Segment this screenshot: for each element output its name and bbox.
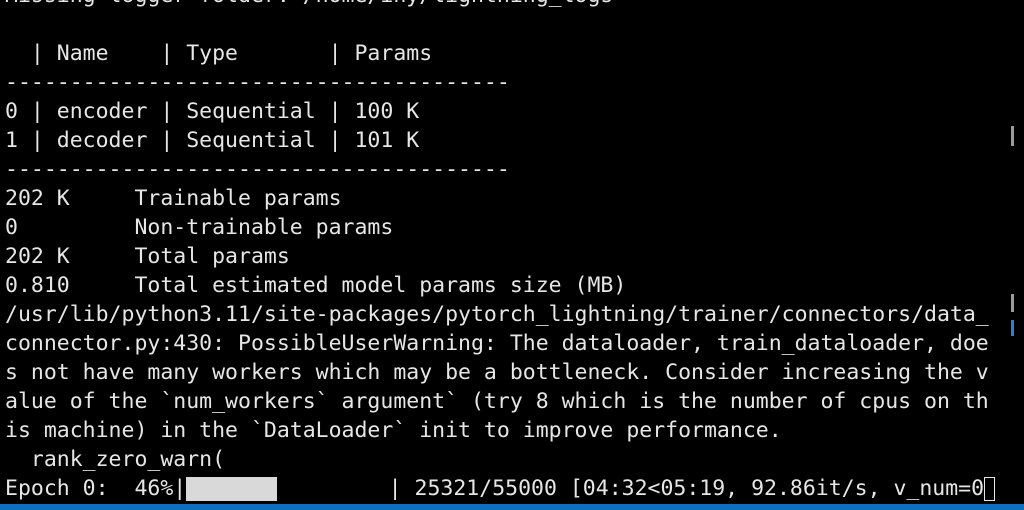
terminal-line: rank_zero_warn( bbox=[5, 447, 226, 472]
terminal-line: /usr/lib/python3.11/site-packages/pytorc… bbox=[5, 302, 989, 327]
terminal-output: Missing logger folder: /home/iny/lightni… bbox=[5, 0, 995, 503]
terminal-line: 1 | decoder | Sequential | 101 K bbox=[5, 128, 420, 153]
terminal-scrollbar[interactable] bbox=[1010, 0, 1024, 504]
progress-prefix: Epoch 0: 46%| bbox=[5, 476, 187, 501]
terminal-line: --------------------------------------- bbox=[5, 70, 510, 95]
scrollbar-marker bbox=[1011, 294, 1014, 312]
terminal-line: | Name | Type | Params bbox=[5, 41, 433, 66]
terminal-line: 0.810 Total estimated model params size … bbox=[5, 273, 627, 298]
status-bar bbox=[0, 504, 1024, 510]
terminal-line: 0 | encoder | Sequential | 100 K bbox=[5, 99, 420, 124]
terminal-line: is machine) in the `DataLoader` init to … bbox=[5, 418, 782, 443]
text-cursor bbox=[984, 476, 995, 501]
terminal-line: 0 Non-trainable params bbox=[5, 215, 394, 240]
terminal-line: Missing logger folder: /home/iny/lightni… bbox=[5, 0, 995, 10]
progress-bar bbox=[186, 476, 382, 501]
terminal-line: s not have many workers which may be a b… bbox=[5, 360, 989, 385]
terminal-line: connector.py:430: PossibleUserWarning: T… bbox=[5, 331, 989, 356]
terminal-line: 202 K Trainable params bbox=[5, 186, 342, 211]
progress-bar-fill bbox=[186, 477, 277, 501]
scrollbar-marker bbox=[1011, 320, 1014, 336]
scrollbar-marker bbox=[1011, 126, 1014, 146]
terminal-line: 202 K Total params bbox=[5, 244, 290, 269]
terminal-panel[interactable]: Missing logger folder: /home/iny/lightni… bbox=[0, 0, 1024, 504]
terminal-line: --------------------------------------- bbox=[5, 157, 510, 182]
progress-suffix: | 25321/55000 [04:32<05:19, 92.86it/s, v… bbox=[388, 476, 985, 501]
terminal-line: alue of the `num_workers` argument` (try… bbox=[5, 389, 989, 414]
progress-line: Epoch 0: 46%| | 25321/55000 [04:32<05:19… bbox=[5, 474, 995, 503]
